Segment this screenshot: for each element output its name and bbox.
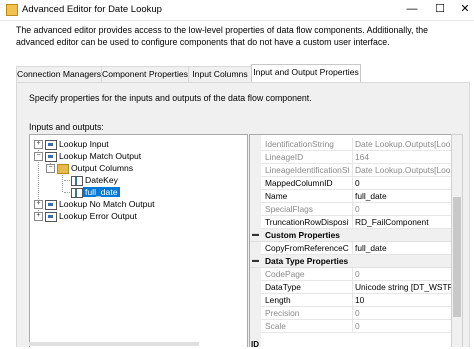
minimize-button[interactable]: — [405,2,419,16]
scrollbar-thumb[interactable] [453,197,461,317]
collapse-toggle-icon[interactable]: − [34,152,43,161]
property-grid-scrollbar[interactable] [451,134,463,347]
property-name: CopyFromReferenceCo [265,243,349,253]
tree-connector [62,175,63,192]
tab-connection-managers[interactable]: Connection Managers [16,66,102,82]
close-button[interactable]: ✕ [458,2,472,16]
property-row[interactable]: CopyFromReferenceCo full_date [261,242,452,255]
tree-node-lookup-match-output[interactable]: Lookup Match Output [59,151,141,162]
output-icon [45,200,57,210]
app-icon [6,4,18,16]
category-label: Data Type Properties [265,256,349,266]
title-bar: Advanced Editor for Date Lookup — ☐ ✕ [0,0,474,21]
property-row[interactable]: SpecialFlags 0 [261,203,452,216]
property-name: TruncationRowDisposit [265,217,349,227]
property-value: Date Lookup.Outputs[Looku [352,138,455,150]
property-name: Precision [265,308,300,318]
property-row[interactable]: CodePage 0 [261,268,452,281]
tree-node-datekey[interactable]: DateKey [85,175,118,186]
tree-connector [64,192,70,193]
property-name: MappedColumnID [265,178,333,188]
collapse-toggle-icon[interactable]: − [46,164,55,173]
tree-node-output-columns[interactable]: Output Columns [71,163,133,174]
property-value: 0 [352,307,455,319]
column-icon [71,188,83,198]
tab-input-output-properties[interactable]: Input and Output Properties [251,64,361,83]
property-name: Scale [265,321,286,331]
window-title: Advanced Editor for Date Lookup [22,4,162,15]
expand-toggle-icon[interactable]: + [34,140,43,149]
property-name: DataType [265,282,301,292]
maximize-button[interactable]: ☐ [433,2,447,16]
property-name: Name [265,191,288,201]
collapse-icon[interactable]: ▬ [252,229,259,241]
property-value[interactable]: RD_FailComponent [352,216,455,228]
property-row[interactable]: Length 10 [261,294,452,307]
property-value[interactable]: full_date [352,242,455,254]
property-value[interactable]: full_date [352,190,455,202]
property-value[interactable]: Unicode string [DT_WSTR] [352,281,455,293]
panel-instructions: Specify properties for the inputs and ou… [29,93,312,103]
inputs-outputs-label: Inputs and outputs: [29,122,104,132]
property-row[interactable]: LineageID 164 [261,151,452,164]
folder-icon [57,164,69,174]
property-name: LineageIdentificationStr [265,165,349,175]
property-name: CodePage [265,269,305,279]
property-name: LineageID [265,152,304,162]
property-row[interactable]: Scale 0 [261,320,452,333]
property-description-label: ID [251,340,259,349]
tree-node-lookup-error-output[interactable]: Lookup Error Output [59,211,137,222]
tree-horizontal-scrollbar[interactable] [29,342,199,346]
output-icon [45,212,57,222]
property-name: SpecialFlags [265,204,313,214]
input-icon [45,140,57,150]
property-value[interactable]: 10 [352,294,455,306]
collapse-icon[interactable]: ▬ [252,255,259,267]
category-data-type-properties[interactable]: ▬ Data Type Properties [250,255,452,268]
tab-input-columns[interactable]: Input Columns [188,66,252,82]
inputs-outputs-tree[interactable]: + Lookup Input − Lookup Match Output − O… [29,134,248,347]
output-icon [45,152,57,162]
property-value[interactable]: 0 [352,177,455,189]
column-icon [71,176,83,186]
expand-toggle-icon[interactable]: + [34,200,43,209]
editor-description: The advanced editor provides access to t… [16,25,429,47]
tree-node-full-date[interactable]: full_date [83,187,120,198]
property-value: Date Lookup.Outputs[Looku [352,164,455,176]
property-value: 164 [352,151,455,163]
property-value: 0 [352,320,455,332]
tree-node-lookup-input[interactable]: Lookup Input [59,139,109,150]
property-row[interactable]: MappedColumnID 0 [261,177,452,190]
property-name: Length [265,295,291,305]
property-value: 0 [352,203,455,215]
property-row[interactable]: TruncationRowDisposit RD_FailComponent [261,216,452,229]
category-label: Custom Properties [265,230,340,240]
property-row[interactable]: LineageIdentificationStr Date Lookup.Out… [261,164,455,177]
tab-component-properties[interactable]: Component Properties [101,66,189,82]
property-name: IdentificationString [265,139,334,149]
tree-node-lookup-no-match-output[interactable]: Lookup No Match Output [59,199,155,210]
property-row[interactable]: IdentificationString Date Lookup.Outputs… [261,138,455,151]
expand-toggle-icon[interactable]: + [34,212,43,221]
property-row[interactable]: DataType Unicode string [DT_WSTR] [261,281,455,294]
tree-connector [64,180,70,181]
selected-node-label: full_date [83,187,120,197]
property-row[interactable]: Name full_date [261,190,452,203]
property-grid[interactable]: IdentificationString Date Lookup.Outputs… [249,134,455,347]
property-value: 0 [352,268,455,280]
category-custom-properties[interactable]: ▬ Custom Properties [250,229,452,242]
property-row[interactable]: Precision 0 [261,307,452,320]
